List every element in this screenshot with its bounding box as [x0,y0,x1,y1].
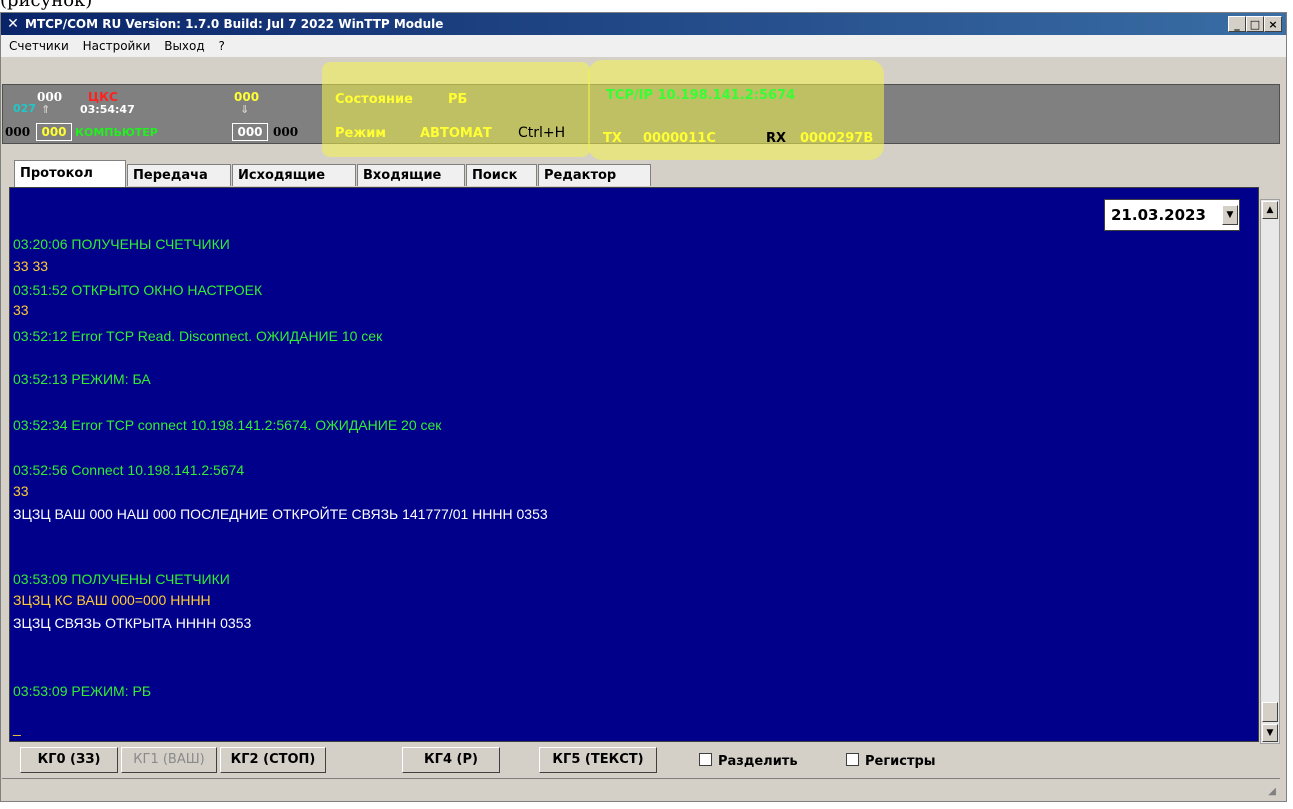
scroll-up-button[interactable]: ▲ [1262,201,1278,219]
state-label: Состояние [335,92,413,107]
date-value: 21.03.2023 [1111,206,1206,224]
log-line: 03:52:12 Error TCP Read. Disconnect. ОЖИ… [13,328,383,344]
tab-outgoing[interactable]: Исходящие [232,164,356,186]
kg1-button[interactable]: КГ1 (ВАШ) [121,747,217,773]
title-bar[interactable]: ✕ MTCP/COM RU Version: 1.7.0 Build: Jul … [1,13,1286,35]
tab-search[interactable]: Поиск [466,164,537,186]
kg5-button[interactable]: КГ5 (ТЕКСТ) [539,747,657,773]
protocol-log[interactable]: 03:20:06 ПОЛУЧЕНЫ СЧЕТЧИКИ 33 33 03:51:52 … [9,187,1259,742]
minimize-button[interactable]: _ [1228,16,1246,32]
close-button[interactable]: × [1264,16,1282,32]
clock-time: 03:54:47 [80,103,135,116]
log-line: 03:52:34 Error TCP connect 10.198.141.2:… [13,417,442,433]
log-line: 33 [13,483,29,499]
counter-box-right: 000 [232,123,268,141]
log-line: ЗЦЗЦ КС ВАШ 000=000 НННН [13,592,211,608]
split-checkbox[interactable]: Разделить [699,753,798,769]
scroll-thumb[interactable] [1262,702,1278,722]
tcp-endpoint: TCP/IP 10.198.141.2:5674 [606,88,796,103]
counter-top-left-cyan: 027 [13,102,36,115]
menu-help[interactable]: ? [219,39,225,53]
registers-checkbox[interactable]: Регистры [846,753,936,769]
kg4-button[interactable]: КГ4 (Р) [402,747,500,773]
tx-label: TX [603,131,622,146]
x-icon: ✕ [7,16,19,32]
scroll-down-button[interactable]: ▼ [1262,724,1278,742]
tab-protocol[interactable]: Протокол [14,160,126,187]
tab-editor[interactable]: Редактор [538,164,651,186]
counter-box-left: 000 [36,123,72,141]
log-line: _ [13,720,21,736]
log-line: 03:20:06 ПОЛУЧЕНЫ СЧЕТЧИКИ [13,236,230,252]
arrow-up-icon: ⇑ [41,103,51,116]
menu-counters[interactable]: Счетчики [9,39,69,53]
menu-settings[interactable]: Настройки [83,39,151,53]
resize-grip-icon[interactable]: ◢ [1268,786,1276,797]
label-computer: КОМПЬЮТЕР [75,126,158,139]
menu-exit[interactable]: Выход [164,39,204,53]
log-line: 03:52:13 РЕЖИМ: БА [13,371,151,387]
counter-bottom-left: 000 [5,125,31,139]
checkbox-icon[interactable] [846,753,859,766]
counter-top-left: 000 [37,90,63,104]
log-line: 03:52:56 Connect 10.198.141.2:5674 [13,462,245,478]
hotkey-label: Ctrl+H [518,125,566,141]
log-line: ЗЦЗЦ ВАШ 000 НАШ 000 ПОСЛЕДНИЕ ОТКРОЙТЕ … [13,506,548,522]
counter-bottom-right: 000 [273,125,299,139]
date-select[interactable]: 21.03.2023 ▼ [1104,199,1240,231]
vertical-scrollbar[interactable]: ▲ ▼ [1260,199,1280,744]
rx-label: RX [766,131,787,146]
maximize-button[interactable]: □ [1246,16,1264,32]
cropped-text-fragment: (рисунок) [0,0,93,11]
tx-value: 0000011C [643,131,716,146]
mode-value: АВТОМАТ [420,126,492,141]
tab-incoming[interactable]: Входящие [357,164,465,186]
log-line: 03:53:09 РЕЖИМ: РБ [13,683,152,699]
state-value: РБ [448,92,468,107]
window-title: MTCP/COM RU Version: 1.7.0 Build: Jul 7 … [25,17,444,31]
dropdown-arrow-icon[interactable]: ▼ [1222,205,1238,225]
tab-transfer[interactable]: Передача [127,164,231,186]
log-line: 03:51:52 ОТКРЫТО ОКНО НАСТРОЕК [13,282,263,298]
log-line: 33 33 [13,258,49,274]
status-bar: ◢ [2,778,1280,801]
counter-top-right: 000 [234,90,260,104]
split-label: Разделить [718,754,798,769]
log-line: ЗЦЗЦ СВЯЗЬ ОТКРЫТА НННН 0353 [13,615,252,631]
mode-label: Режим [335,126,387,141]
log-line: 33 [13,302,29,318]
arrow-down-icon: ⇓ [240,103,250,116]
checkbox-icon[interactable] [699,753,712,766]
rx-value: 0000297B [800,131,874,146]
highlight-state [322,62,590,157]
log-line: 03:53:09 ПОЛУЧЕНЫ СЧЕТЧИКИ [13,571,230,587]
kg2-button[interactable]: КГ2 (СТОП) [220,747,326,773]
label-tsks: ЦКС [88,90,118,104]
registers-label: Регистры [865,754,936,769]
kg0-button[interactable]: КГ0 (ЗЗ) [20,747,118,773]
menu-bar: Счетчики Настройки Выход ? [1,35,1286,57]
